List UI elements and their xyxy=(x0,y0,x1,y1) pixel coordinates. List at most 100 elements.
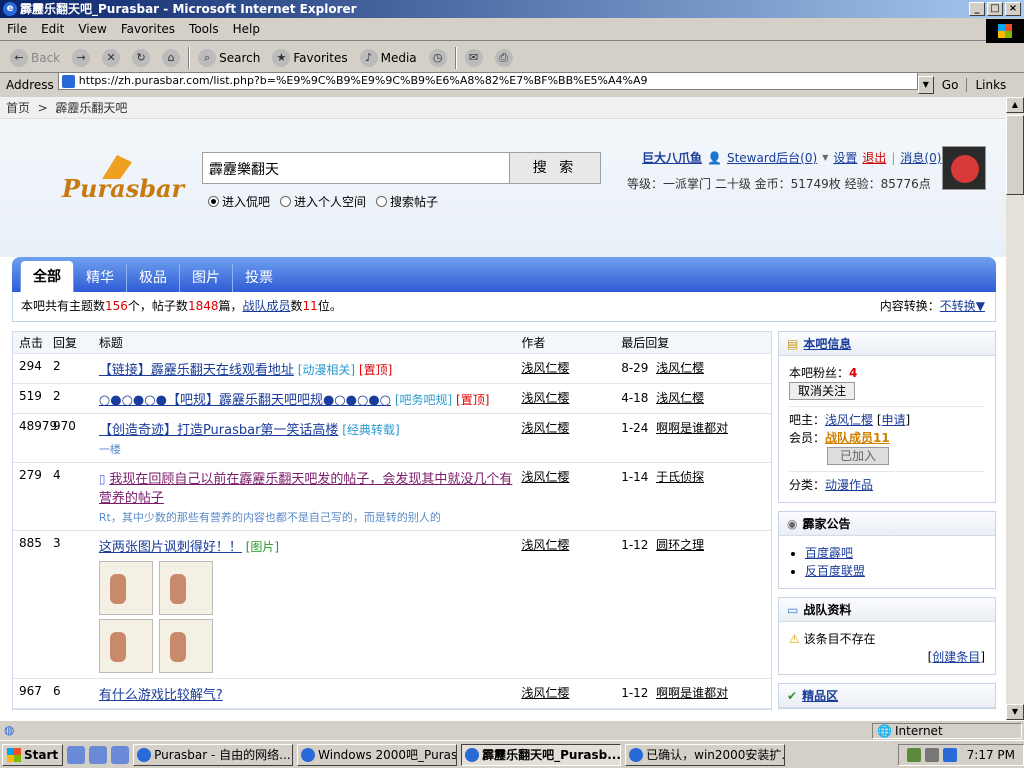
back-button[interactable]: ← Back xyxy=(6,47,64,69)
tab-featured[interactable]: 精华 xyxy=(74,264,126,292)
scroll-down-button[interactable]: ▼ xyxy=(1006,704,1024,720)
author-link[interactable]: 浅风仁樱 xyxy=(521,538,569,552)
history-button[interactable]: ◷ xyxy=(425,47,451,69)
author-link[interactable]: 浅风仁樱 xyxy=(521,470,569,484)
quicklaunch-outlook-icon[interactable] xyxy=(111,745,130,764)
menu-file[interactable]: File xyxy=(0,19,34,39)
address-input[interactable]: https://zh.purasbar.com/list.php?b=%E9%9… xyxy=(57,72,918,90)
forward-button[interactable]: → xyxy=(68,47,94,69)
unfollow-button[interactable]: 取消关注 xyxy=(789,382,856,400)
last-reply-link[interactable]: 啊啊是谁都对 xyxy=(656,421,728,435)
radio-enter-bar[interactable]: 进入侃吧 xyxy=(208,193,270,210)
tab-polls[interactable]: 投票 xyxy=(232,264,285,292)
minimize-button[interactable]: _ xyxy=(969,2,985,16)
radio-search-posts[interactable]: 搜索帖子 xyxy=(376,193,438,210)
steward-link[interactable]: Steward后台(0) xyxy=(727,149,817,166)
menu-edit[interactable]: Edit xyxy=(34,19,71,39)
megaphone-icon: ◉ xyxy=(787,516,798,531)
category-link[interactable]: 动漫作品 xyxy=(825,478,873,492)
tray-ie-icon[interactable] xyxy=(942,747,957,762)
topic-title-link[interactable]: 【创造奇迹】打造Purasbar第一笑话高楼 xyxy=(99,423,339,438)
site-logo[interactable]: Purasbar xyxy=(62,174,184,203)
topic-title-link[interactable]: 这两张图片讽刺得好！！ xyxy=(99,540,242,555)
settings-link[interactable]: 设置 xyxy=(833,149,857,166)
create-entry-link[interactable]: 创建条目 xyxy=(932,650,980,664)
maximize-button[interactable]: □ xyxy=(987,2,1003,16)
search-submit-button[interactable]: 搜 索 xyxy=(509,152,601,184)
logout-link[interactable]: 退出 xyxy=(862,149,886,166)
bar-info-panel: ▤ 本吧信息 本吧粉丝：4 取消关注 吧主：浅风仁樱 [申请] 会员：战队成员11… xyxy=(778,331,996,503)
stop-button[interactable]: ✕ xyxy=(98,47,124,69)
menu-view[interactable]: View xyxy=(71,19,113,39)
author-link[interactable]: 浅风仁樱 xyxy=(521,421,569,435)
home-button[interactable]: ⌂ xyxy=(158,47,184,69)
scroll-thumb[interactable] xyxy=(1006,115,1024,195)
topic-title-link[interactable]: 我现在回顾自己以前在霹靂乐翻天吧发的帖子，会发现其中就没几个有营养的帖子 xyxy=(99,472,512,506)
page-scrollbar[interactable]: ▲ ▼ xyxy=(1006,97,1024,720)
last-reply-link[interactable]: 于氏侦探 xyxy=(656,470,704,484)
convert-dropdown[interactable]: 不转换▼ xyxy=(940,299,985,313)
featured-title[interactable]: 精品区 xyxy=(802,684,838,708)
menu-help[interactable]: Help xyxy=(226,19,267,39)
last-reply-link[interactable]: 圆环之理 xyxy=(656,538,704,552)
menu-tools[interactable]: Tools xyxy=(182,19,226,39)
author-link[interactable]: 浅风仁樱 xyxy=(521,686,569,700)
team-members-link[interactable]: 战队成员 xyxy=(243,299,291,313)
username-link[interactable]: 巨大八爪鱼 xyxy=(642,149,702,166)
comic-thumbnail[interactable] xyxy=(98,561,153,615)
links-button[interactable]: Links xyxy=(966,78,1006,92)
topic-row: 519 2 ○●○●○●【吧规】霹靂乐翻天吧吧规●○●○●○ [吧务吧规] [置顶… xyxy=(13,384,771,414)
last-reply-link[interactable]: 啊啊是谁都对 xyxy=(656,686,728,700)
avatar[interactable] xyxy=(942,146,986,190)
taskbar-window-active[interactable]: 霹靂乐翻天吧_Purasb... xyxy=(461,743,622,766)
print-button[interactable]: ⎙ xyxy=(491,47,517,69)
comic-thumbnail[interactable] xyxy=(98,619,153,673)
start-button[interactable]: Start xyxy=(2,743,64,766)
announcement-link[interactable]: 反百度联盟 xyxy=(805,564,865,578)
clock[interactable]: 7:17 PM xyxy=(967,748,1015,762)
members-link[interactable]: 战队成员11 xyxy=(825,431,890,445)
mail-button[interactable]: ✉ xyxy=(461,47,487,69)
tray-volume-icon[interactable] xyxy=(924,747,939,762)
author-link[interactable]: 浅风仁樱 xyxy=(521,361,569,375)
site-header: Purasbar 霹靂樂翻天 搜 索 进入侃吧 进入个人空间 搜索帖子 巨大八爪… xyxy=(0,119,1006,257)
breadcrumb-current[interactable]: 霹靂乐翻天吧 xyxy=(55,101,127,115)
steward-dropdown-icon[interactable]: ▼ xyxy=(822,153,828,162)
tab-all[interactable]: 全部 xyxy=(20,260,74,292)
topic-title-link[interactable]: ○●○●○●【吧规】霹靂乐翻天吧吧规●○●○●○ xyxy=(99,393,391,408)
comic-thumbnail[interactable] xyxy=(158,561,213,615)
go-button[interactable]: Go xyxy=(934,78,967,92)
quicklaunch-ie-icon[interactable] xyxy=(89,745,108,764)
tray-network-icon[interactable] xyxy=(906,747,921,762)
search-input[interactable]: 霹靂樂翻天 xyxy=(202,152,510,184)
tab-images[interactable]: 图片 xyxy=(179,264,232,292)
bar-info-title[interactable]: 本吧信息 xyxy=(803,332,851,356)
media-button[interactable]: ♪ Media xyxy=(356,47,421,69)
last-reply-link[interactable]: 浅风仁樱 xyxy=(656,361,704,375)
scroll-up-button[interactable]: ▲ xyxy=(1006,97,1024,113)
comic-thumbnail[interactable] xyxy=(158,619,213,673)
taskbar-window[interactable]: 已确认，win2000安装扩... xyxy=(625,743,786,766)
quicklaunch-desktop-icon[interactable] xyxy=(67,745,86,764)
taskbar-window[interactable]: Purasbar - 自由的网络... xyxy=(133,743,294,766)
apply-link[interactable]: 申请 xyxy=(882,413,906,427)
breadcrumb-home[interactable]: 首页 xyxy=(6,101,30,115)
taskbar-window[interactable]: Windows 2000吧_Purasb... xyxy=(297,743,458,766)
joined-button[interactable]: 已加入 xyxy=(827,447,890,465)
topic-title-link[interactable]: 【链接】霹靂乐翻天在线观看地址 xyxy=(99,363,294,378)
address-dropdown-button[interactable]: ▼ xyxy=(917,76,934,94)
announcement-link[interactable]: 百度霹吧 xyxy=(805,546,853,560)
close-button[interactable]: × xyxy=(1005,2,1021,16)
author-link[interactable]: 浅风仁樱 xyxy=(521,391,569,405)
last-reply-link[interactable]: 浅风仁樱 xyxy=(656,391,704,405)
topic-title-link[interactable]: 有什么游戏比较解气? xyxy=(99,688,223,703)
radio-personal-space[interactable]: 进入个人空间 xyxy=(280,193,366,210)
tab-best[interactable]: 极品 xyxy=(126,264,179,292)
refresh-button[interactable]: ↻ xyxy=(128,47,154,69)
menu-favorites[interactable]: Favorites xyxy=(114,19,182,39)
messages-link[interactable]: 消息(0) xyxy=(900,149,941,166)
search-button[interactable]: ⌕ Search xyxy=(194,47,264,69)
bar-owner-link[interactable]: 浅风仁樱 xyxy=(825,413,873,427)
history-icon: ◷ xyxy=(428,48,447,67)
favorites-button[interactable]: ★ Favorites xyxy=(268,47,351,69)
